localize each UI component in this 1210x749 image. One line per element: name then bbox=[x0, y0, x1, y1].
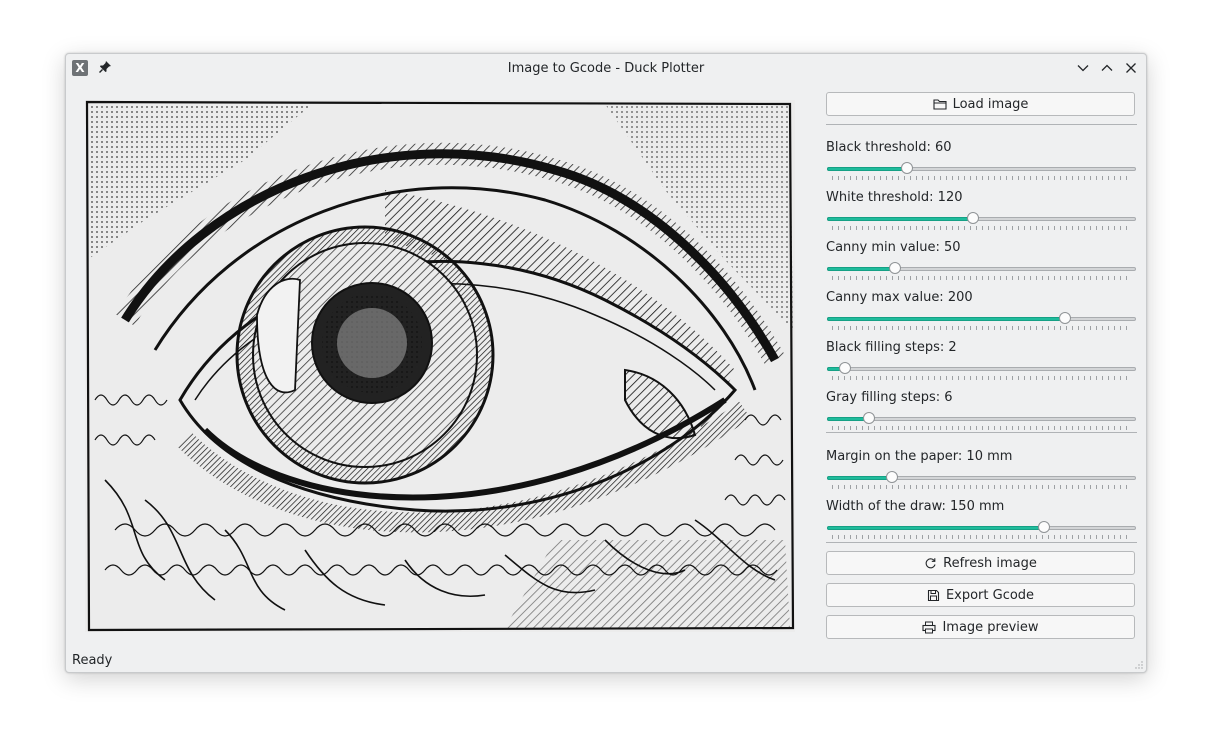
export-gcode-button[interactable]: Export Gcode bbox=[826, 583, 1135, 607]
slider-handle[interactable] bbox=[889, 262, 901, 274]
resize-grip-icon[interactable] bbox=[1135, 661, 1143, 669]
slider-handle[interactable] bbox=[901, 162, 913, 174]
slider-ticks bbox=[832, 376, 1131, 380]
slider[interactable] bbox=[826, 260, 1137, 284]
title-bar[interactable]: X Image to Gcode - Duck Plotter bbox=[66, 54, 1146, 82]
slider-fill bbox=[827, 217, 973, 221]
close-icon[interactable] bbox=[1123, 60, 1139, 76]
slider-label: Canny min value: 50 bbox=[826, 240, 961, 255]
slider[interactable] bbox=[826, 310, 1137, 334]
slider-handle[interactable] bbox=[967, 212, 979, 224]
status-bar-text: Ready bbox=[72, 653, 113, 668]
slider-groove[interactable] bbox=[827, 367, 1136, 371]
refresh-icon bbox=[925, 557, 936, 568]
slider-fill bbox=[827, 526, 1044, 530]
load-image-button[interactable]: Load image bbox=[826, 92, 1135, 116]
slider[interactable] bbox=[826, 360, 1137, 384]
refresh-image-button[interactable]: Refresh image bbox=[826, 551, 1135, 575]
folder-icon bbox=[933, 99, 947, 110]
slider[interactable] bbox=[826, 210, 1137, 234]
refresh-image-label: Refresh image bbox=[943, 555, 1037, 571]
window-title: Image to Gcode - Duck Plotter bbox=[507, 61, 705, 76]
minimize-icon[interactable] bbox=[1075, 60, 1091, 76]
gcode-preview-image bbox=[85, 100, 795, 632]
slider-handle[interactable] bbox=[886, 471, 898, 483]
separator bbox=[826, 124, 1137, 125]
maximize-icon[interactable] bbox=[1099, 60, 1115, 76]
printer-icon bbox=[922, 621, 937, 633]
slider[interactable] bbox=[826, 469, 1137, 493]
slider-fill bbox=[827, 267, 895, 271]
slider-ticks bbox=[832, 326, 1131, 330]
slider-fill bbox=[827, 167, 907, 171]
load-image-label: Load image bbox=[952, 96, 1029, 112]
slider-handle[interactable] bbox=[1059, 312, 1071, 324]
slider-label: White threshold: 120 bbox=[826, 190, 963, 205]
slider-label: Black threshold: 60 bbox=[826, 140, 952, 155]
export-gcode-label: Export Gcode bbox=[945, 587, 1035, 603]
separator bbox=[826, 542, 1137, 543]
slider-ticks bbox=[832, 176, 1131, 180]
slider-label: Black filling steps: 2 bbox=[826, 340, 957, 355]
slider-handle[interactable] bbox=[839, 362, 851, 374]
save-icon bbox=[927, 589, 939, 601]
slider-handle[interactable] bbox=[863, 412, 875, 424]
image-preview-label: Image preview bbox=[942, 619, 1039, 635]
slider-label: Margin on the paper: 10 mm bbox=[826, 449, 1013, 464]
slider-ticks bbox=[832, 276, 1131, 280]
slider-fill bbox=[827, 317, 1065, 321]
slider[interactable] bbox=[826, 519, 1137, 543]
slider[interactable] bbox=[826, 410, 1137, 434]
slider[interactable] bbox=[826, 160, 1137, 184]
slider-fill bbox=[827, 476, 892, 480]
slider-ticks bbox=[832, 426, 1131, 430]
slider-label: Gray filling steps: 6 bbox=[826, 390, 953, 405]
separator bbox=[826, 432, 1137, 433]
slider-label: Width of the draw: 150 mm bbox=[826, 499, 1005, 514]
image-preview-button[interactable]: Image preview bbox=[826, 615, 1135, 639]
slider-label: Canny max value: 200 bbox=[826, 290, 973, 305]
main-window: X Image to Gcode - Duck Plotter Load ima… bbox=[65, 53, 1147, 673]
slider-ticks bbox=[832, 226, 1131, 230]
slider-handle[interactable] bbox=[1038, 521, 1050, 533]
slider-ticks bbox=[832, 485, 1131, 489]
slider-ticks bbox=[832, 535, 1131, 539]
